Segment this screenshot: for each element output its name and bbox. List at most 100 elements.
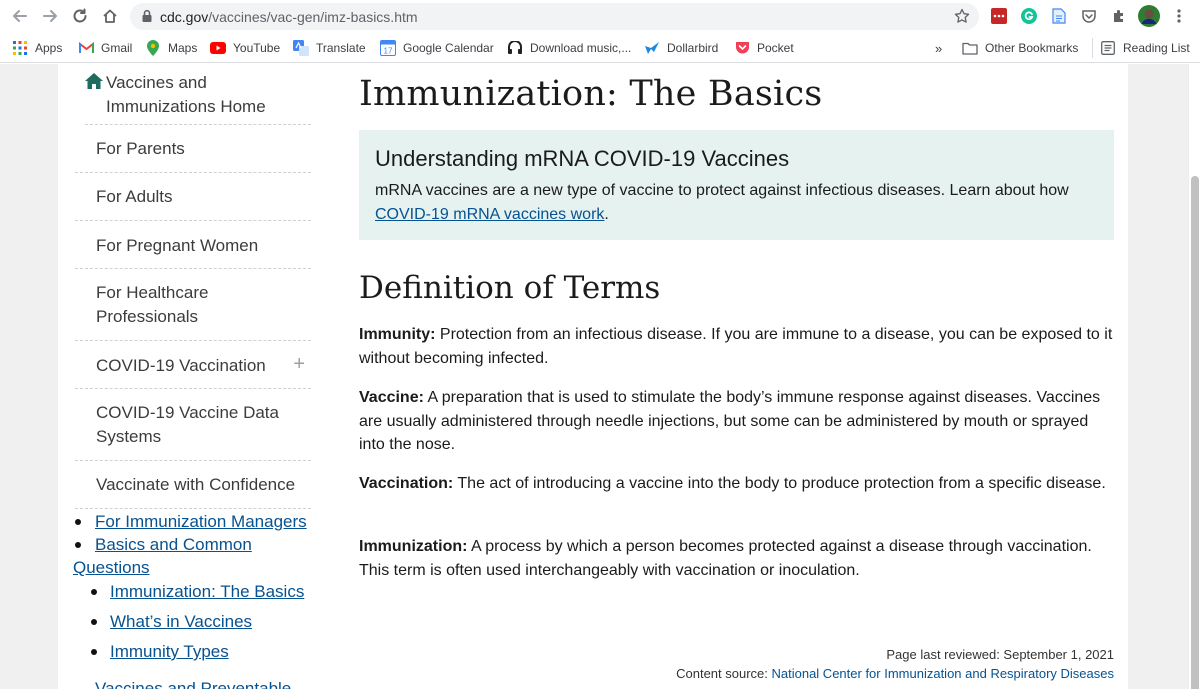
svg-text:17: 17 <box>384 47 393 56</box>
home-icon[interactable] <box>99 5 121 27</box>
term-definition: A process by which a person becomes prot… <box>359 538 1092 579</box>
bookmark-google-calendar[interactable]: 17 Google Calendar <box>380 38 494 58</box>
page-title: Immunization: The Basics <box>359 74 823 114</box>
avatar[interactable] <box>1138 5 1160 27</box>
translate-icon <box>293 40 309 56</box>
lock-icon <box>141 9 153 28</box>
link-vaccines-and-preventable-diseases[interactable]: Vaccines and Preventable <box>95 677 291 689</box>
link-immunity-types[interactable]: Immunity Types <box>110 640 229 663</box>
bookmark-label: Apps <box>35 41 63 55</box>
bookmark-label: YouTube <box>233 41 281 55</box>
bookmark-star-icon[interactable] <box>954 8 970 29</box>
page-scrollbar[interactable] <box>1188 64 1200 689</box>
reading-list-icon <box>1100 40 1116 56</box>
folder-icon <box>962 40 978 56</box>
bookmark-maps[interactable]: Maps <box>145 38 197 58</box>
sidebar-item-for-pregnant-women[interactable]: For Pregnant Women <box>75 221 311 269</box>
menu-kebab-icon[interactable] <box>1170 7 1188 25</box>
sidebar-item-vaccinate-with-confidence[interactable]: Vaccinate with Confidence <box>75 461 311 509</box>
url-text: cdc.gov/vaccines/vac-gen/imz-basics.htm <box>160 9 418 25</box>
sidebar-item-for-healthcare-professionals[interactable]: For Healthcare Professionals <box>75 269 311 341</box>
gmail-icon <box>78 40 94 56</box>
other-bookmarks-button[interactable]: Other Bookmarks <box>962 38 1078 58</box>
bullet <box>91 619 97 625</box>
bullet <box>75 519 81 525</box>
sidebar-item-label: For Adults <box>96 187 173 206</box>
bookmark-label: Reading List <box>1123 41 1190 55</box>
term-label: Vaccine: <box>359 389 424 406</box>
page-content: Vaccines and Immunizations Home For Pare… <box>58 64 1128 689</box>
link-whats-in-vaccines[interactable]: What’s in Vaccines <box>110 610 252 633</box>
reload-icon[interactable] <box>69 5 91 27</box>
callout-text: mRNA vaccines are a new type of vaccine … <box>375 179 1105 227</box>
bookmark-youtube[interactable]: YouTube <box>210 38 280 58</box>
download-music-icon <box>507 40 523 56</box>
section-title: Definition of Terms <box>359 270 661 306</box>
grammarly-extension-icon[interactable] <box>1020 7 1038 25</box>
link-basics-and-common-questions[interactable]: Basics and Common Questions <box>73 533 263 579</box>
forward-arrow-icon[interactable] <box>39 5 61 27</box>
maps-icon <box>145 40 161 56</box>
browser-toolbar: cdc.gov/vaccines/vac-gen/imz-basics.htm <box>0 0 1200 33</box>
dollarbird-icon <box>644 40 660 56</box>
term-vaccination: Vaccination: The act of introducing a va… <box>359 472 1114 496</box>
sidebar-item-label: COVID-19 Vaccination <box>96 356 266 375</box>
link-immunization-the-basics[interactable]: Immunization: The Basics <box>110 580 304 603</box>
sidebar-item-label: COVID-19 Vaccine Data Systems <box>96 403 279 446</box>
term-definition: A preparation that is used to stimulate … <box>359 389 1101 453</box>
pocket-extension-icon[interactable] <box>1080 7 1098 25</box>
reading-list-button[interactable]: Reading List <box>1092 38 1190 58</box>
bullet <box>91 649 97 655</box>
sidebar-item-covid-19-vaccination[interactable]: COVID-19 Vaccination + <box>75 341 311 389</box>
link-for-immunization-managers[interactable]: For Immunization Managers <box>95 510 307 533</box>
bookmark-label: Pocket <box>757 41 794 55</box>
term-label: Vaccination: <box>359 475 454 492</box>
page-footer: Page last reviewed: September 1, 2021 Co… <box>676 645 1114 683</box>
term-label: Immunization: <box>359 538 468 555</box>
expand-plus-icon[interactable]: + <box>293 354 305 374</box>
bookmark-translate[interactable]: Translate <box>293 38 366 58</box>
bullet <box>91 589 97 595</box>
term-immunity: Immunity: Protection from an infectious … <box>359 323 1114 370</box>
scrollbar-thumb[interactable] <box>1191 176 1199 689</box>
docs-extension-icon[interactable] <box>1050 7 1068 25</box>
extensions-puzzle-icon[interactable] <box>1110 7 1128 25</box>
term-immunization: Immunization: A process by which a perso… <box>359 535 1114 582</box>
sidebar-item-label: For Pregnant Women <box>96 236 259 255</box>
address-bar[interactable]: cdc.gov/vaccines/vac-gen/imz-basics.htm <box>130 3 979 30</box>
callout-title: Understanding mRNA COVID-19 Vaccines <box>375 146 790 171</box>
sidebar-item-label: For Healthcare Professionals <box>96 283 209 326</box>
content-source-label: Content source: <box>676 666 772 681</box>
callout-period: . <box>604 206 609 223</box>
page-last-reviewed: Page last reviewed: September 1, 2021 <box>886 647 1114 662</box>
bookmark-label: Maps <box>168 41 198 55</box>
home-icon <box>85 73 103 94</box>
sidebar-item-home[interactable]: Vaccines and Immunizations Home <box>85 68 311 125</box>
term-definition: The act of introducing a vaccine into th… <box>453 475 1106 492</box>
bookmark-download-music[interactable]: Download music,... <box>507 38 631 58</box>
bookmark-label: Gmail <box>101 41 133 55</box>
bookmark-label: Download music,... <box>530 41 632 55</box>
bookmarks-overflow-button[interactable]: » <box>935 38 942 58</box>
lastpass-extension-icon[interactable] <box>990 7 1008 25</box>
sidebar-item-for-parents[interactable]: For Parents <box>75 125 311 173</box>
sidebar-item-label: For Parents <box>96 139 185 158</box>
bookmark-gmail[interactable]: Gmail <box>78 38 132 58</box>
back-arrow-icon[interactable] <box>9 5 31 27</box>
bookmark-dollarbird[interactable]: Dollarbird <box>644 38 718 58</box>
youtube-icon <box>210 40 226 56</box>
bookmark-label: Translate <box>316 41 366 55</box>
term-vaccine: Vaccine: A preparation that is used to s… <box>359 386 1114 457</box>
bookmark-apps[interactable]: Apps <box>12 38 62 58</box>
content-source-link[interactable]: National Center for Immunization and Res… <box>772 666 1115 681</box>
mrna-callout-box: Understanding mRNA COVID-19 Vaccines mRN… <box>359 130 1114 240</box>
covid-mrna-vaccines-work-link[interactable]: COVID-19 mRNA vaccines work <box>375 206 604 223</box>
term-label: Immunity: <box>359 326 436 343</box>
bookmark-pocket[interactable]: Pocket <box>734 38 794 58</box>
page-viewport: Vaccines and Immunizations Home For Pare… <box>0 64 1188 689</box>
content-source: Content source: National Center for Immu… <box>676 664 1114 683</box>
sidebar-item-for-adults[interactable]: For Adults <box>75 173 311 221</box>
callout-body: mRNA vaccines are a new type of vaccine … <box>375 182 1069 199</box>
sidebar-item-covid-19-vaccine-data-systems[interactable]: COVID-19 Vaccine Data Systems <box>75 389 311 461</box>
calendar-icon: 17 <box>380 40 396 56</box>
